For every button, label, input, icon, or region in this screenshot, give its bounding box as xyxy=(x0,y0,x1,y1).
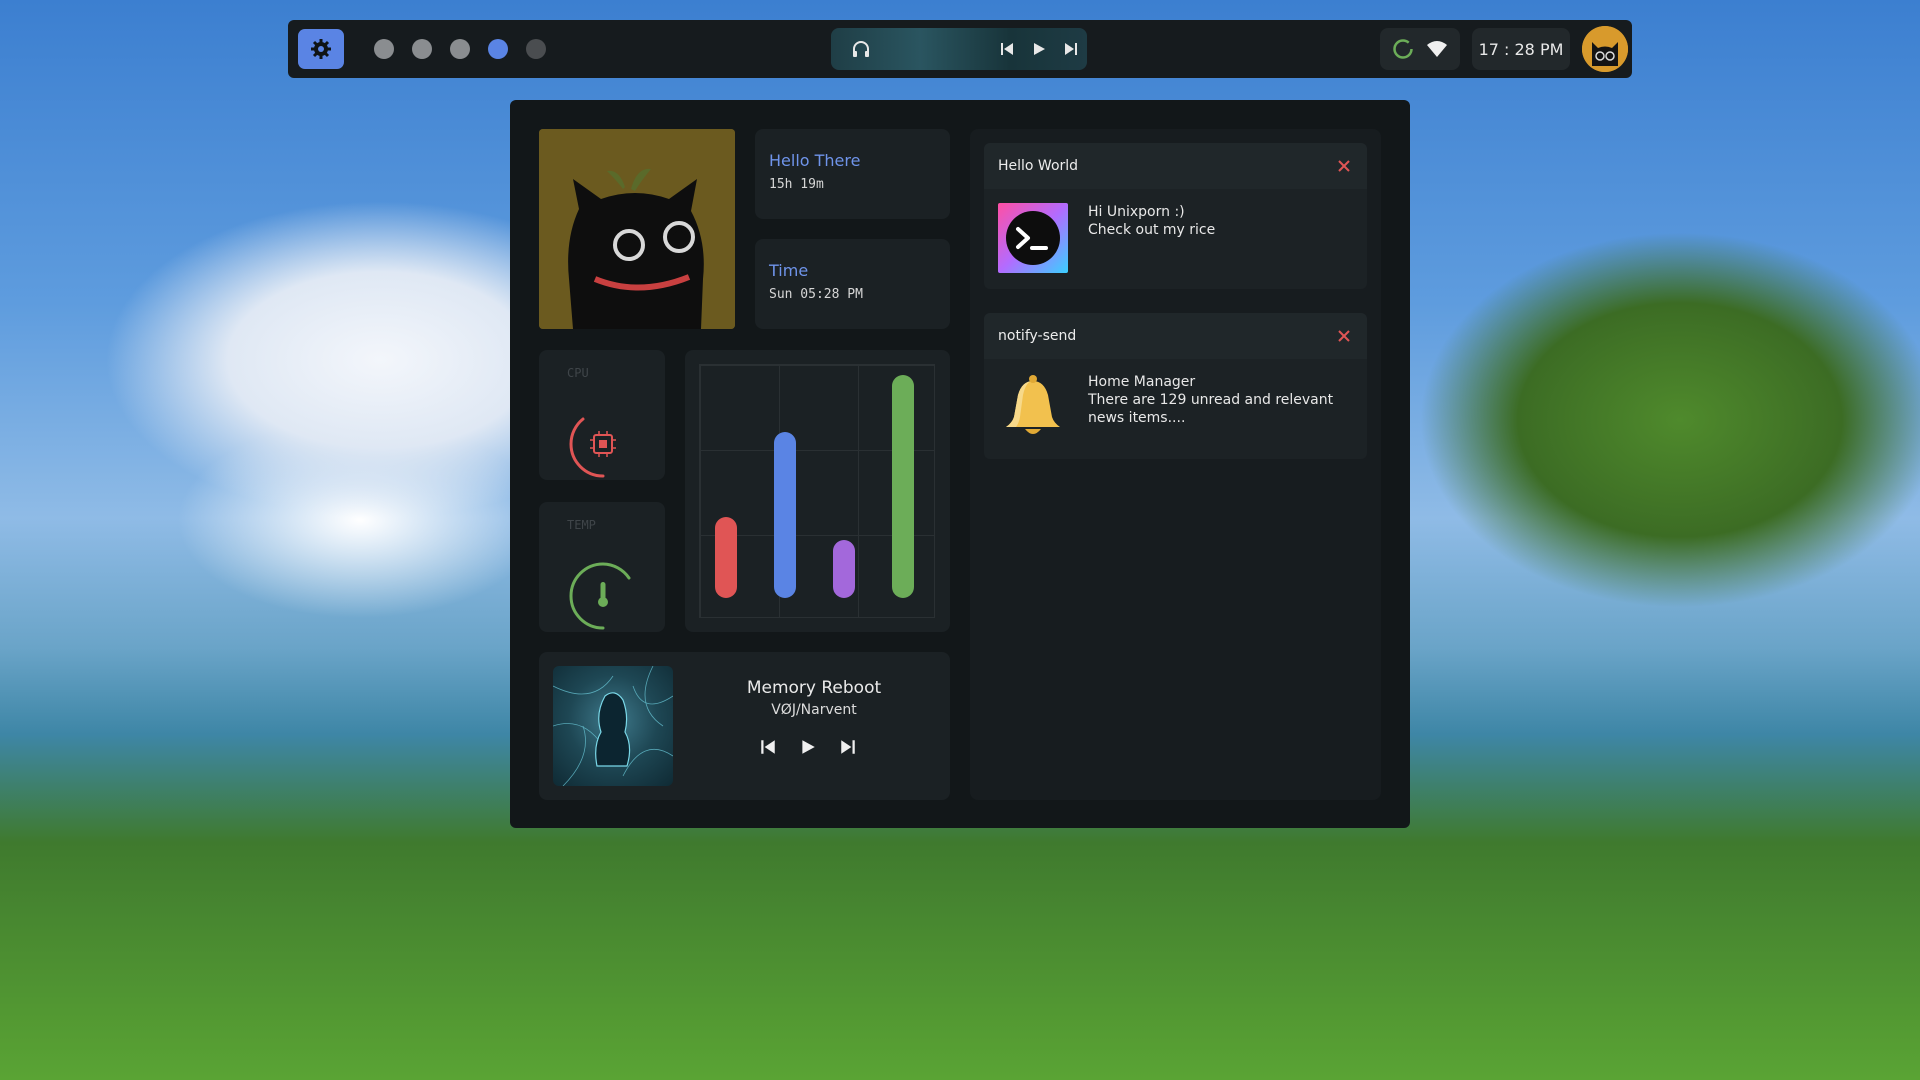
launcher-button[interactable] xyxy=(298,29,344,69)
notification-header: notify-send xyxy=(984,313,1367,359)
album-art xyxy=(553,666,673,786)
workspace-1[interactable] xyxy=(374,39,394,59)
workspace-4[interactable] xyxy=(488,39,508,59)
notification-body: Home Manager There are 129 unread and re… xyxy=(984,359,1367,459)
graph-bar-1 xyxy=(715,517,737,598)
music-player: Memory Reboot VØJ/Narvent xyxy=(539,652,950,800)
cpu-gauge xyxy=(569,417,616,478)
graph-bar-3 xyxy=(833,540,855,598)
top-bar: 17 : 28 PM xyxy=(288,20,1632,78)
notification-2[interactable]: notify-send Home Manager There are 129 u… xyxy=(984,313,1367,459)
play-icon[interactable] xyxy=(799,738,817,756)
notification-message: Check out my rice xyxy=(1088,222,1216,238)
close-notification-button[interactable] xyxy=(1333,155,1355,177)
time-card: Time Sun 05:28 PM xyxy=(755,239,950,329)
bell-icon xyxy=(1006,375,1060,434)
notification-title: Home Manager xyxy=(1088,374,1196,390)
greeting-title: Hello There xyxy=(769,151,861,170)
close-notification-button[interactable] xyxy=(1333,325,1355,347)
avatar[interactable] xyxy=(1582,26,1628,72)
workspace-3[interactable] xyxy=(450,39,470,59)
notification-1[interactable]: Hello World Hi Unixporn:) Check out my … xyxy=(984,143,1367,289)
notification-text: Home Manager There are 129 unread and re… xyxy=(1088,373,1333,427)
close-icon xyxy=(1338,160,1350,172)
network-ring-icon xyxy=(1393,39,1413,59)
close-icon xyxy=(1338,330,1350,342)
notification-message-line-1: There are 129 unread and relevant xyxy=(1088,392,1334,408)
temp-label: TEMP xyxy=(567,518,596,532)
greeting-card: Hello There 15h 19m xyxy=(755,129,950,219)
song-title: Memory Reboot xyxy=(746,678,882,698)
thermometer-icon xyxy=(598,582,608,607)
notification-message-line-2: news items.... xyxy=(1088,410,1186,426)
black-cat-icon xyxy=(539,129,735,329)
time-value: Sun 05:28 PM xyxy=(769,287,863,302)
time-title: Time xyxy=(769,261,809,280)
wifi-icon xyxy=(1427,41,1447,57)
graph-bar-4 xyxy=(892,375,914,598)
profile-picture xyxy=(539,129,735,329)
headphones-icon[interactable] xyxy=(849,37,873,61)
skip-previous-icon[interactable] xyxy=(995,37,1019,61)
workspace-5[interactable] xyxy=(526,39,546,59)
status-indicators[interactable] xyxy=(1380,28,1460,70)
temp-card: TEMP xyxy=(539,502,665,632)
song-artist: VØJ/Narvent xyxy=(771,702,857,718)
notification-body: Hi Unixporn :) Check out my rice xyxy=(984,189,1367,289)
terminal-icon xyxy=(998,203,1068,273)
notification-title: Hi Unixporn :) xyxy=(1088,204,1185,220)
temp-gauge xyxy=(569,562,631,630)
music-controls xyxy=(759,738,857,756)
play-icon[interactable] xyxy=(1027,37,1051,61)
notification-text: Hi Unixporn :) Check out my rice xyxy=(1088,203,1215,239)
cpu-chip-icon xyxy=(590,431,616,457)
skip-next-icon[interactable] xyxy=(839,738,857,756)
album-figure-icon xyxy=(553,666,673,786)
resource-graph xyxy=(685,350,950,632)
notification-center: Hello World Hi Unixporn:) Check out my … xyxy=(970,129,1381,800)
workspace-indicators xyxy=(374,39,546,59)
graph-bar-2 xyxy=(774,432,796,598)
cat-avatar-icon xyxy=(1582,26,1628,72)
gear-icon xyxy=(311,39,331,59)
uptime-value: 15h 19m xyxy=(769,177,824,192)
notification-app-name: notify-send xyxy=(998,328,1077,344)
cpu-label: CPU xyxy=(567,366,589,380)
skip-next-icon[interactable] xyxy=(1059,37,1083,61)
dashboard-panel: Hello There 15h 19m Time Sun 05:28 PM CP… xyxy=(510,100,1410,828)
clock[interactable]: 17 : 28 PM xyxy=(1472,28,1570,70)
notification-header: Hello World xyxy=(984,143,1367,189)
skip-previous-icon[interactable] xyxy=(759,738,777,756)
cpu-card: CPU xyxy=(539,350,665,480)
notification-app-name: Hello World xyxy=(998,158,1079,174)
workspace-2[interactable] xyxy=(412,39,432,59)
media-mini-player xyxy=(831,28,1087,70)
